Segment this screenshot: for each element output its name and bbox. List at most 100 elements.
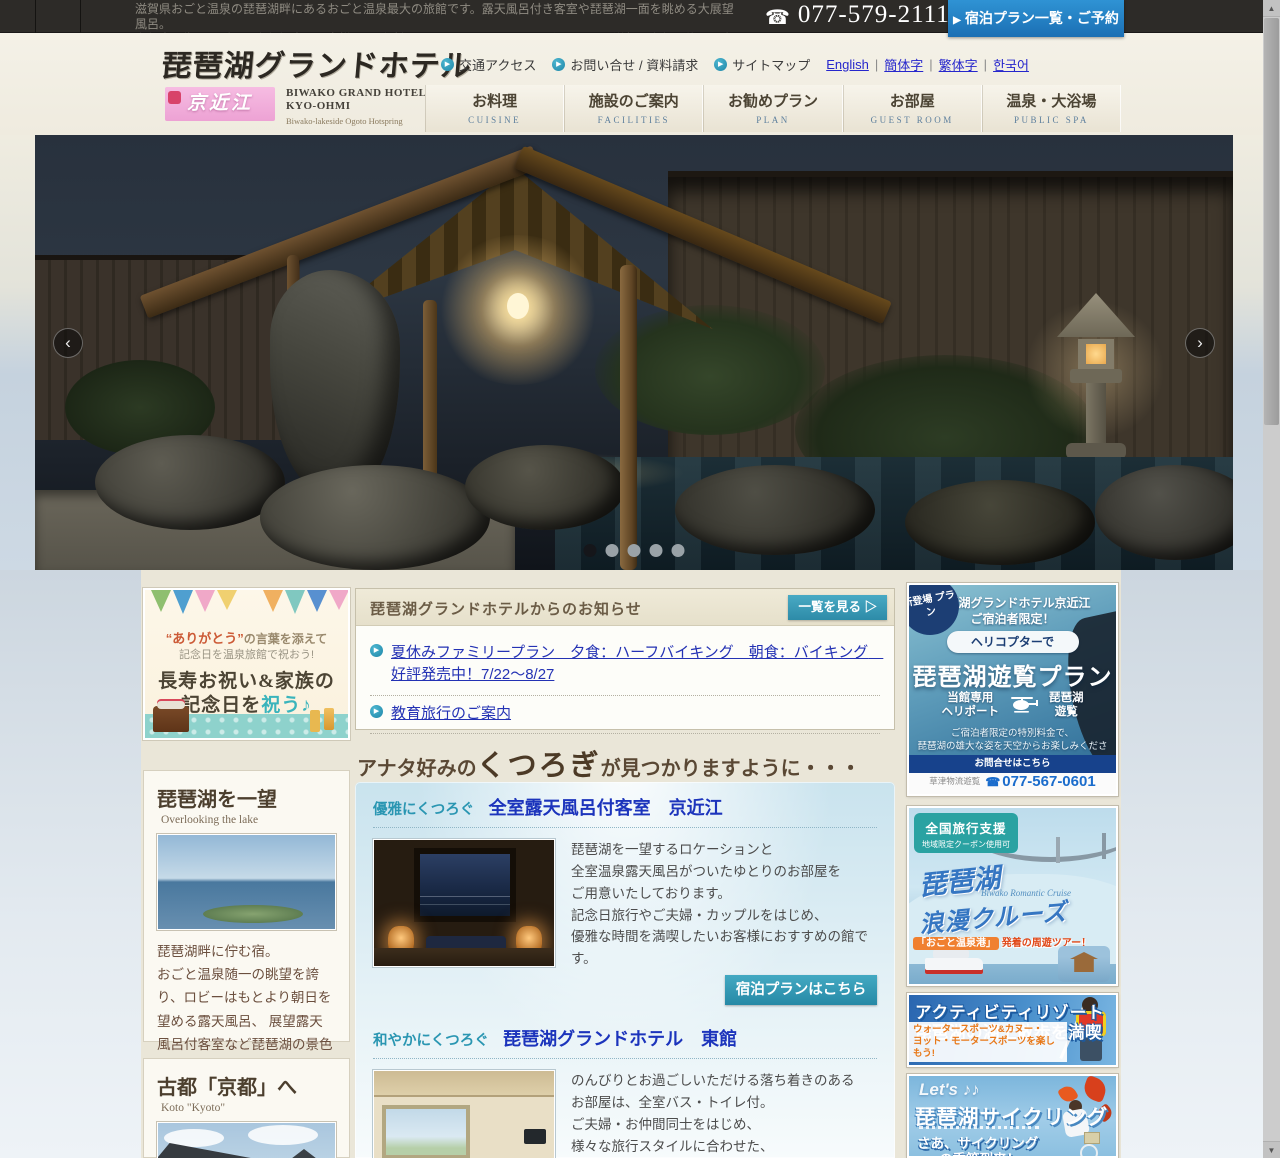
play-icon: ▶: [370, 705, 383, 718]
cruise-banner[interactable]: 全国旅行支援 地域限定クーポン使用可 琵琶湖 Biwako Romantic C…: [907, 806, 1118, 986]
promo-section: 優雅にくつろぐ 全室露天風呂付客室 京近江 琵: [355, 782, 895, 1158]
anniversary-title-em: 祝う: [261, 695, 301, 716]
carousel-prev-button[interactable]: ‹: [53, 328, 83, 358]
logo-en-line2: KYO-OHMI: [286, 100, 426, 113]
card-tag: 優雅にくつろぐ: [373, 802, 474, 818]
room-window: [382, 1105, 470, 1158]
lake-section-title: 琵琶湖を一望: [157, 783, 336, 812]
hero-lamp: [507, 293, 529, 319]
view-all-button[interactable]: 一覧を見る ▷: [788, 595, 887, 620]
nav-tab-sublabel: PUBLIC SPA: [983, 115, 1120, 125]
news-link[interactable]: 教育旅行のご案内: [391, 703, 511, 725]
cruise-ship: [925, 958, 983, 974]
language-switcher: English | 簡体字 | 繁体字 | 한국어: [826, 55, 1029, 74]
lang-simplified-chinese[interactable]: 簡体字: [884, 55, 923, 74]
content-band: “ありがとう”の言葉を添えて 記念日を温泉旅館で祝おう! 長寿お祝い&家族の 記…: [0, 570, 1280, 1158]
stone-lantern-light: [1086, 344, 1106, 364]
link-access-label: 交通アクセス: [459, 55, 536, 74]
logo-kyo-ohmi-badge[interactable]: 京近江: [165, 87, 275, 121]
floating-temple-photo: [1058, 946, 1110, 982]
lang-english[interactable]: English: [826, 57, 869, 72]
link-access[interactable]: ▶交通アクセス: [441, 55, 536, 74]
scrollbar-thumb[interactable]: [1264, 18, 1279, 425]
promo-card-text-col: 琵琶湖を一望するロケーションと 全室温泉露天風呂がついたゆとりのお部屋を ご用意…: [571, 839, 877, 1005]
anniversary-line2: 記念日を温泉旅館で祝おう!: [145, 646, 348, 662]
scroll-down-button[interactable]: ▼: [1263, 1141, 1280, 1158]
heli-phone-number: 077-567-0601: [1002, 773, 1095, 790]
anniversary-line1-rest: の言葉を添えて: [244, 632, 327, 646]
anniversary-banner[interactable]: “ありがとう”の言葉を添えて 記念日を温泉旅館で祝おう! 長寿お祝い&家族の 記…: [143, 588, 350, 740]
play-icon: ▶: [714, 58, 727, 71]
kyoto-photo: [157, 1122, 336, 1158]
nav-tab-sublabel: PLAN: [704, 115, 841, 125]
phone-number: 077-579-2111: [798, 1, 950, 28]
link-contact[interactable]: ▶お問い合せ / 資料請求: [552, 55, 698, 74]
promo-card-header: 和やかにくつろぐ 琵琶湖グランドホテル 東館: [373, 1025, 877, 1059]
scrollbar[interactable]: ▲ ▼: [1263, 0, 1280, 1158]
nav-tab-plan[interactable]: お勧めプラン PLAN: [703, 85, 842, 132]
heli-route-from: 当館専用 ヘリポート: [942, 691, 1000, 719]
scroll-up-button[interactable]: ▲: [1263, 0, 1280, 17]
nav-tab-facilities[interactable]: 施設のご案内 FACILITIES: [564, 85, 703, 132]
card-title-link[interactable]: 琵琶湖グランドホテル 東館: [503, 1029, 737, 1049]
link-contact-label: お問い合せ / 資料請求: [570, 55, 698, 74]
carousel-next-button[interactable]: ›: [1185, 328, 1215, 358]
anniversary-title-pre: 記念日を: [181, 695, 261, 716]
promo-card-east-wing: 和やかにくつろぐ 琵琶湖グランドホテル 東館: [373, 1025, 877, 1158]
activity-subtitle-strip: ウォータースポーツ&カヌー・ ヨット・モータースポーツを楽しもう!: [909, 1022, 1067, 1062]
nav-tab-cuisine[interactable]: お料理 CUISINE: [425, 85, 564, 132]
link-sitemap-label: サイトマップ: [732, 55, 810, 74]
reservation-button-label: 宿泊プラン一覧・ご予約: [965, 10, 1119, 26]
separator: |: [875, 57, 878, 72]
news-title: 琵琶湖グランドホテルからのお知らせ: [370, 598, 642, 619]
travel-support-badge: 全国旅行支援 地域限定クーポン使用可: [914, 813, 1018, 853]
lang-traditional-chinese[interactable]: 繁体字: [939, 55, 978, 74]
nav-tab-label: お部屋: [844, 90, 981, 111]
temple-roof: [157, 1143, 268, 1158]
activity-banner[interactable]: アクティビティリゾート 琵琶湖の湖上散歩を満喫 ウォータースポーツ&カヌー・ ヨ…: [907, 993, 1118, 1067]
hero-carousel: ‹ ›: [35, 135, 1233, 570]
link-sitemap[interactable]: ▶ サイトマップ: [714, 55, 810, 74]
bike-basket: [1084, 1132, 1100, 1144]
news-item[interactable]: ▶ 教育旅行のご案内: [370, 696, 880, 735]
hero-band: ‹ ›: [0, 135, 1280, 570]
carousel-dot-3[interactable]: [628, 544, 641, 557]
carousel-dot-1[interactable]: [584, 544, 597, 557]
stamp-icon: [168, 91, 181, 104]
plan-button[interactable]: 宿泊プランはこちら: [725, 975, 877, 1005]
badge-line2: 地域限定クーポン使用可: [914, 839, 1018, 850]
hotel-logo[interactable]: 琵琶湖グランドホテル: [160, 41, 474, 85]
kyoto-section: 古都「京都」へ Koto "Kyoto": [143, 1058, 350, 1158]
hero-rock: [260, 465, 490, 570]
carousel-dot-4[interactable]: [650, 544, 663, 557]
temple-roof: [276, 1149, 332, 1158]
view-all-label: 一覧を見る: [798, 600, 861, 614]
carousel-dot-5[interactable]: [672, 544, 685, 557]
lang-korean[interactable]: 한국어: [993, 55, 1029, 74]
badge-line1: 全国旅行支援: [914, 818, 1018, 837]
heli-route-row: 当館専用 ヘリポート 琵琶湖 遊覧: [909, 691, 1116, 719]
promo-card-text-col: のんびりとお過ごしいただける落ち着きのある お部屋は、全室バス・トイレ付。 ご夫…: [571, 1070, 877, 1158]
news-item[interactable]: ▶ 夏休みファミリープラン 夕食：ハーフバイキング 朝食：バイキング 好評発売中…: [370, 635, 880, 696]
play-icon: ▶: [953, 15, 961, 26]
nav-tab-label: お勧めプラン: [704, 90, 841, 111]
logo-badge-label: 京近江: [187, 93, 253, 114]
lake-section-subtitle: Overlooking the lake: [161, 814, 336, 826]
cruise-port-chip: 「おごと温泉港」: [913, 937, 999, 950]
reservation-button[interactable]: ▶ 宿泊プラン一覧・ご予約: [948, 0, 1124, 37]
news-link[interactable]: 夏休みファミリープラン 夕食：ハーフバイキング 朝食：バイキング 好評発売中！7…: [391, 642, 880, 686]
dotted-divider: [919, 1126, 1039, 1129]
helicopter-icon: [1007, 695, 1041, 715]
cycling-banner[interactable]: Let's ♪♪ 琵琶湖サイクリング さあ、サイクリング の季節到来！: [907, 1074, 1118, 1158]
cycling-sub2: の季節到来！: [939, 1148, 1020, 1158]
tatami-floor: [374, 948, 554, 966]
nav-tab-public-spa[interactable]: 温泉・大浴場 PUBLIC SPA: [982, 85, 1121, 132]
heli-plan-title: 琵琶湖遊覧プラン: [909, 657, 1116, 692]
card-tag: 和やかにくつろぐ: [373, 1033, 489, 1049]
card-title-link[interactable]: 全室露天風呂付客室 京近江: [489, 798, 723, 818]
promo-heading-post: が見つかりますように・・・: [601, 758, 861, 780]
room-photo-day: [373, 1070, 555, 1158]
carousel-dot-2[interactable]: [606, 544, 619, 557]
nav-tab-guest-room[interactable]: お部屋 GUEST ROOM: [843, 85, 982, 132]
helicopter-banner[interactable]: 琵琶湖グランドホテル京近江 ご宿泊者限定！ 新登場 プラン ヘリコプターで 琵琶…: [907, 583, 1118, 796]
